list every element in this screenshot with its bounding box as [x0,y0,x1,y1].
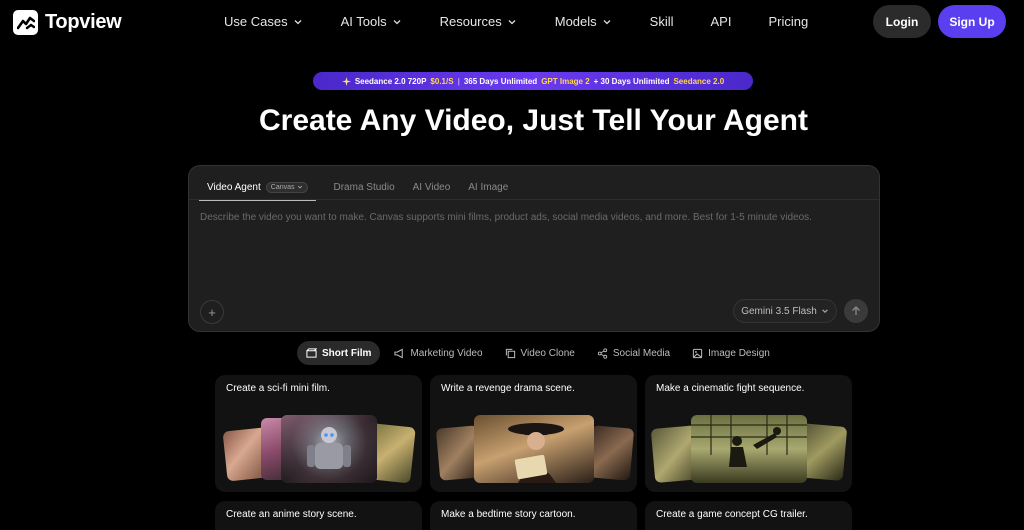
nav-label: API [710,14,732,29]
model-label: Gemini 3.5 Flash [741,305,817,317]
category-label: Video Clone [520,347,575,359]
category-tabs: Short Film Marketing Video Video Clone S… [297,341,792,365]
nav-skill[interactable]: Skill [650,14,674,29]
example-card-revenge-drama[interactable]: Write a revenge drama scene. [430,375,637,492]
card-title: Make a cinematic fight sequence. [656,383,805,394]
nav-pricing[interactable]: Pricing [768,14,808,29]
nav-api[interactable]: API [711,14,732,29]
sparkle-icon [341,76,351,86]
card-title: Create a game concept CG trailer. [656,509,808,520]
chevron-down-icon [508,19,516,24]
promo-highlight: GPT Image 2 [541,76,590,86]
main-menu: Use Cases AI Tools Resources Models Skil… [224,14,808,29]
example-card-game-cg[interactable]: Create a game concept CG trailer. [645,501,852,530]
tab-video-agent[interactable]: Video Agent Canvas [199,181,315,201]
copy-icon [505,348,515,358]
arrow-up-icon [852,306,860,315]
promo-price: $0.1/S [430,76,454,86]
tab-ai-image[interactable]: AI Image [468,182,508,193]
model-select[interactable]: Gemini 3.5 Flash [733,299,837,323]
canvas-mode-select[interactable]: Canvas [265,181,308,193]
badge-label: Canvas [270,183,295,191]
divider [189,199,879,200]
promo-banner[interactable]: Seedance 2.0 720P $0.1/S | 365 Days Unli… [313,72,753,90]
megaphone-icon [394,348,404,358]
example-card-bedtime[interactable]: Make a bedtime story cartoon. [430,501,637,530]
promo-text: 365 Days Unlimited [463,76,538,86]
nav-label: Pricing [768,14,809,29]
example-card-scifi[interactable]: Create a sci-fi mini film. [215,375,422,492]
share-icon [597,347,608,359]
chevron-down-icon [393,19,401,24]
card-title: Create a sci-fi mini film. [226,383,330,394]
logo-icon [13,10,38,35]
category-label: Image Design [708,347,770,359]
category-label: Social Media [612,347,671,359]
card-title: Create an anime story scene. [226,509,357,520]
promo-highlight: Seedance 2.0 [673,76,725,86]
category-label: Short Film [322,347,372,359]
film-icon [306,347,317,358]
brand-name: Topview [45,11,122,33]
example-card-anime[interactable]: Create an anime story scene. [215,501,422,530]
category-video-clone[interactable]: Video Clone [505,348,575,359]
category-social-media[interactable]: Social Media [597,348,670,359]
nav-models[interactable]: Models [555,14,612,29]
chevron-down-icon [822,309,828,313]
tab-ai-video[interactable]: AI Video [413,182,451,193]
add-attachment-button[interactable]: + [200,300,224,324]
chevron-down-icon [603,19,611,24]
login-button[interactable]: Login [873,5,931,38]
card-title: Make a bedtime story cartoon. [441,509,576,520]
nav-ai-tools[interactable]: AI Tools [341,14,402,29]
composer-tabs: Video Agent Canvas Drama Studio AI Video… [199,176,526,201]
nav-use-cases[interactable]: Use Cases [224,14,303,29]
robot-scene-thumbnail [281,415,377,483]
promo-separator: | [457,76,460,86]
category-marketing-video[interactable]: Marketing Video [394,347,483,359]
nav-label: Skill [649,14,674,29]
nav-resources[interactable]: Resources [440,14,517,29]
chevron-down-icon [294,19,302,24]
tab-label: Video Agent [207,181,261,193]
category-label: Marketing Video [410,347,483,359]
nav-label: Resources [439,14,502,29]
signup-button[interactable]: Sign Up [938,5,1006,38]
prompt-composer: Video Agent Canvas Drama Studio AI Video… [188,165,880,332]
category-image-design[interactable]: Image Design [692,348,770,359]
drama-scene-thumbnail [474,415,594,483]
card-title: Write a revenge drama scene. [441,383,575,394]
category-short-film[interactable]: Short Film [297,341,381,365]
brand-logo[interactable]: Topview [13,10,122,35]
example-card-fight[interactable]: Make a cinematic fight sequence. [645,375,852,492]
promo-text: + 30 Days Unlimited [593,76,670,86]
fight-scene-thumbnail [691,415,807,483]
image-icon [692,348,703,358]
nav-label: AI Tools [340,14,387,29]
card-thumbnail [587,425,635,481]
promo-text: Seedance 2.0 720P [354,76,427,86]
top-nav: Topview Use Cases AI Tools Resources Mod… [0,0,1024,44]
nav-label: Models [554,14,597,29]
chevron-down-icon [297,185,302,189]
nav-label: Use Cases [224,14,288,29]
send-button[interactable] [844,299,868,323]
prompt-input[interactable]: Describe the video you want to make. Can… [200,212,812,223]
hero-title: Create Any Video, Just Tell Your Agent [258,104,808,137]
tab-drama-studio[interactable]: Drama Studio [334,182,395,193]
